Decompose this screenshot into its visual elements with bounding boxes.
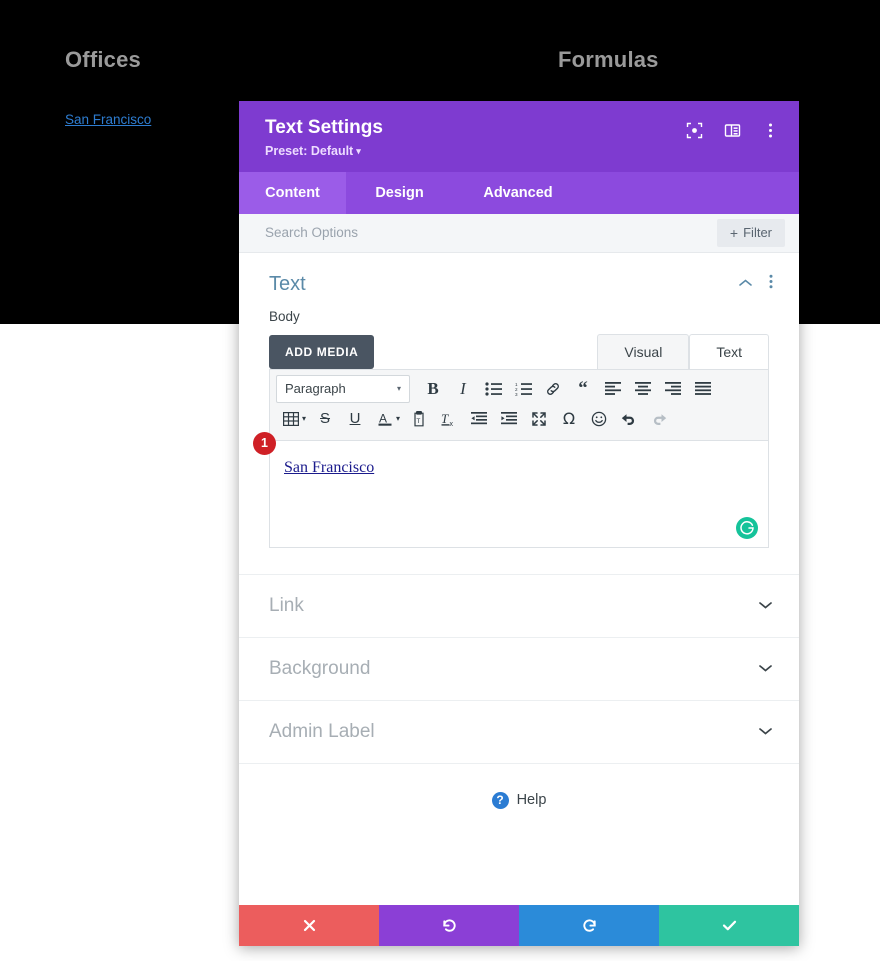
chevron-down-icon[interactable]: [758, 598, 773, 613]
tab-content[interactable]: Content: [239, 171, 346, 214]
indent-icon[interactable]: [494, 405, 524, 433]
redo-button[interactable]: [519, 904, 659, 946]
toolbar-row-2: ▾ S U A ▾ T T x Ω: [276, 404, 762, 434]
editor-box: Paragraph ▾ B I 1 2 3 “ ▾ S U A ▾ T T x …: [253, 368, 769, 548]
save-button[interactable]: [659, 904, 799, 946]
align-center-icon[interactable]: [628, 375, 658, 403]
accordion-label-admin-label: Admin Label: [269, 720, 375, 742]
tab-text[interactable]: Text: [689, 333, 769, 369]
italic-icon[interactable]: I: [448, 375, 478, 403]
align-left-icon[interactable]: [598, 375, 628, 403]
focus-icon[interactable]: [685, 121, 703, 139]
step-badge-1: 1: [253, 431, 276, 455]
help-label: Help: [516, 792, 547, 809]
body-field-label: Body: [269, 308, 300, 324]
tab-design[interactable]: Design: [346, 172, 453, 214]
bullet-list-icon[interactable]: [478, 375, 508, 403]
strikethrough-icon[interactable]: S: [310, 405, 340, 433]
accordion-label-background: Background: [269, 657, 371, 679]
format-select[interactable]: Paragraph ▾: [276, 374, 410, 403]
svg-text:3: 3: [515, 392, 518, 396]
special-character-icon[interactable]: Ω: [554, 405, 584, 433]
bold-icon[interactable]: B: [418, 375, 448, 403]
modal-tabs: Content Design Advanced: [239, 171, 799, 214]
emoji-icon[interactable]: [584, 405, 614, 433]
plus-icon: +: [729, 224, 739, 241]
paste-as-text-icon[interactable]: T: [404, 405, 434, 433]
section-title-text: Text: [269, 272, 306, 295]
svg-text:T: T: [416, 418, 420, 425]
modal-bottom-spacer: [239, 836, 799, 905]
text-section-header: Text: [239, 253, 799, 306]
options-accordion: Link Background Admin Label: [239, 573, 799, 763]
undo-icon[interactable]: [614, 405, 644, 433]
chevron-down-icon: ▾: [396, 384, 401, 394]
blockquote-icon[interactable]: “: [568, 375, 598, 403]
help-row[interactable]: ? Help: [239, 762, 799, 837]
preset-selector[interactable]: Preset: Default ▾: [265, 144, 773, 158]
chevron-down-icon[interactable]: [758, 661, 773, 676]
modal-header-icons: [685, 121, 779, 139]
numbered-list-icon[interactable]: 1 2 3: [508, 375, 538, 403]
svg-text:x: x: [450, 421, 454, 427]
tab-visual[interactable]: Visual: [597, 333, 690, 369]
format-select-value: Paragraph: [285, 381, 346, 397]
editor-toolbar: Paragraph ▾ B I 1 2 3 “ ▾ S U A ▾ T T x …: [270, 369, 768, 441]
accordion-row-background[interactable]: Background: [239, 636, 799, 700]
layout-columns-icon[interactable]: [723, 121, 741, 139]
add-media-button[interactable]: ADD MEDIA: [269, 334, 375, 369]
cancel-button[interactable]: [239, 904, 379, 946]
tab-advanced[interactable]: Advanced: [453, 172, 583, 214]
filter-button[interactable]: + Filter: [716, 218, 785, 247]
body-editor: ADD MEDIA Visual Text Paragraph ▾ B I 1 …: [239, 324, 799, 548]
editor-content-area[interactable]: 1 San Francisco: [253, 431, 768, 547]
redo-icon[interactable]: [644, 405, 674, 433]
text-color-dropdown-caret-icon[interactable]: ▾: [396, 414, 400, 423]
text-section-controls: [738, 274, 773, 294]
link-icon[interactable]: [538, 375, 568, 403]
more-vertical-icon[interactable]: [761, 121, 779, 139]
chevron-up-icon[interactable]: [738, 275, 753, 293]
chevron-down-icon: ▾: [356, 146, 361, 156]
align-right-icon[interactable]: [658, 375, 688, 403]
outdent-icon[interactable]: [464, 405, 494, 433]
svg-text:A: A: [379, 411, 387, 425]
align-justify-icon[interactable]: [688, 375, 718, 403]
editor-topbar: ADD MEDIA Visual Text: [269, 333, 769, 369]
editor-mode-tabs: Visual Text: [597, 333, 769, 369]
search-input[interactable]: Search Options: [265, 225, 358, 240]
site-heading-offices: Offices: [65, 47, 141, 72]
accordion-row-link[interactable]: Link: [239, 573, 799, 637]
accordion-label-link: Link: [269, 594, 304, 616]
help-icon: ?: [491, 791, 509, 809]
table-dropdown-caret-icon[interactable]: ▾: [302, 414, 306, 423]
filter-label: Filter: [743, 225, 772, 241]
editor-link-san-francisco[interactable]: San Francisco: [284, 459, 374, 476]
underline-icon[interactable]: U: [340, 405, 370, 433]
site-link-san-francisco[interactable]: San Francisco: [65, 112, 151, 127]
svg-text:T: T: [441, 411, 449, 426]
grammarly-icon[interactable]: [736, 516, 758, 539]
chevron-down-icon[interactable]: [758, 724, 773, 739]
modal-header: Text Settings Preset: Default ▾: [239, 101, 799, 172]
modal-footer: [239, 904, 799, 946]
clear-formatting-icon[interactable]: T x: [434, 405, 464, 433]
text-settings-modal: Text Settings Preset: Default ▾ Content …: [239, 101, 799, 946]
site-heading-formulas: Formulas: [558, 47, 659, 72]
undo-button[interactable]: [379, 904, 519, 946]
more-vertical-icon[interactable]: [769, 274, 773, 294]
preset-label: Preset: Default: [265, 143, 354, 158]
toolbar-row-1: Paragraph ▾ B I 1 2 3 “: [276, 374, 762, 404]
search-options-bar: Search Options + Filter: [239, 213, 799, 253]
accordion-row-admin-label[interactable]: Admin Label: [239, 699, 799, 763]
fullscreen-icon[interactable]: [524, 405, 554, 433]
